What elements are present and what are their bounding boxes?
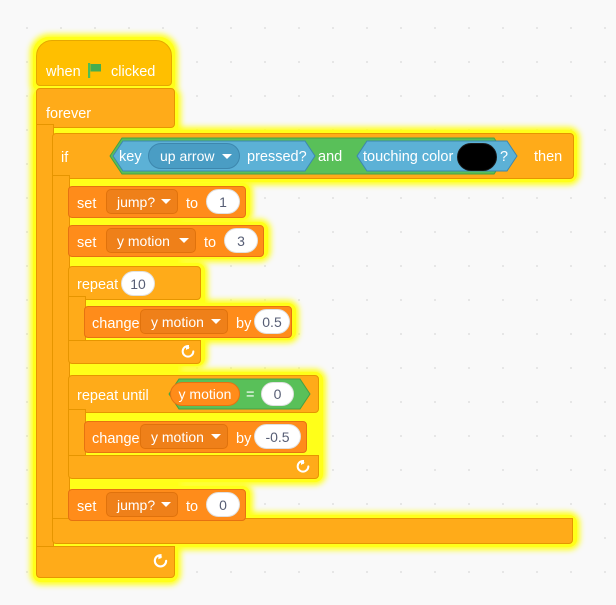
repeat-until-block-footer[interactable] xyxy=(68,455,319,479)
set-jump-0-value-text: 0 xyxy=(219,496,227,513)
chevron-down-icon-setjump0[interactable] xyxy=(161,502,171,507)
set-ymotion-3-value-text: 3 xyxy=(237,232,245,249)
repeat-10-value[interactable]: 10 xyxy=(121,271,155,296)
loop-arrow-icon-repeat10 xyxy=(181,344,195,358)
set-ymotion-3-value[interactable]: 3 xyxy=(224,228,258,253)
block-canvas[interactable]: when clicked forever if and key up arrow… xyxy=(0,0,616,605)
color-swatch[interactable] xyxy=(457,143,497,171)
chevron-down-icon-setjump1[interactable] xyxy=(161,199,171,204)
chevron-down-icon-changeup[interactable] xyxy=(211,319,221,324)
set-jump-0-dropdown-value: jump? xyxy=(117,496,156,513)
equals-right-value[interactable]: 0 xyxy=(261,382,294,406)
set-jump-1-dropdown-value: jump? xyxy=(117,193,156,210)
chevron-down-icon-key[interactable] xyxy=(222,154,232,159)
set-jump-0-value[interactable]: 0 xyxy=(206,492,240,517)
key-dropdown-value: up arrow xyxy=(160,148,215,164)
change-ymotion-down-value-text: -0.5 xyxy=(265,428,290,445)
change-ymotion-up-dropdown-value: y motion xyxy=(151,313,204,330)
change-ymotion-down-value[interactable]: -0.5 xyxy=(254,424,301,449)
change-ymotion-up-value[interactable]: 0.5 xyxy=(254,309,290,334)
change-ymotion-up-value-text: 0.5 xyxy=(262,313,282,330)
ymotion-variable-label: y motion xyxy=(178,386,232,402)
forever-block-header[interactable] xyxy=(36,88,175,128)
set-jump-1-value-text: 1 xyxy=(219,193,227,210)
loop-arrow-icon-repeatuntil xyxy=(296,459,310,473)
chevron-down-icon-setymotion3[interactable] xyxy=(179,238,189,243)
change-ymotion-down-dropdown-value: y motion xyxy=(151,428,204,445)
set-ymotion-3-dropdown-value: y motion xyxy=(117,232,170,249)
green-flag-icon xyxy=(88,63,101,78)
loop-arrow-icon-forever xyxy=(153,554,168,568)
set-jump-1-value[interactable]: 1 xyxy=(206,189,240,214)
repeat-10-value-text: 10 xyxy=(130,275,146,292)
equals-right-value-text: 0 xyxy=(273,386,282,402)
if-then-block-footer[interactable] xyxy=(52,518,573,544)
chevron-down-icon-changedown[interactable] xyxy=(211,434,221,439)
ymotion-variable-reporter[interactable]: y motion xyxy=(170,382,240,406)
